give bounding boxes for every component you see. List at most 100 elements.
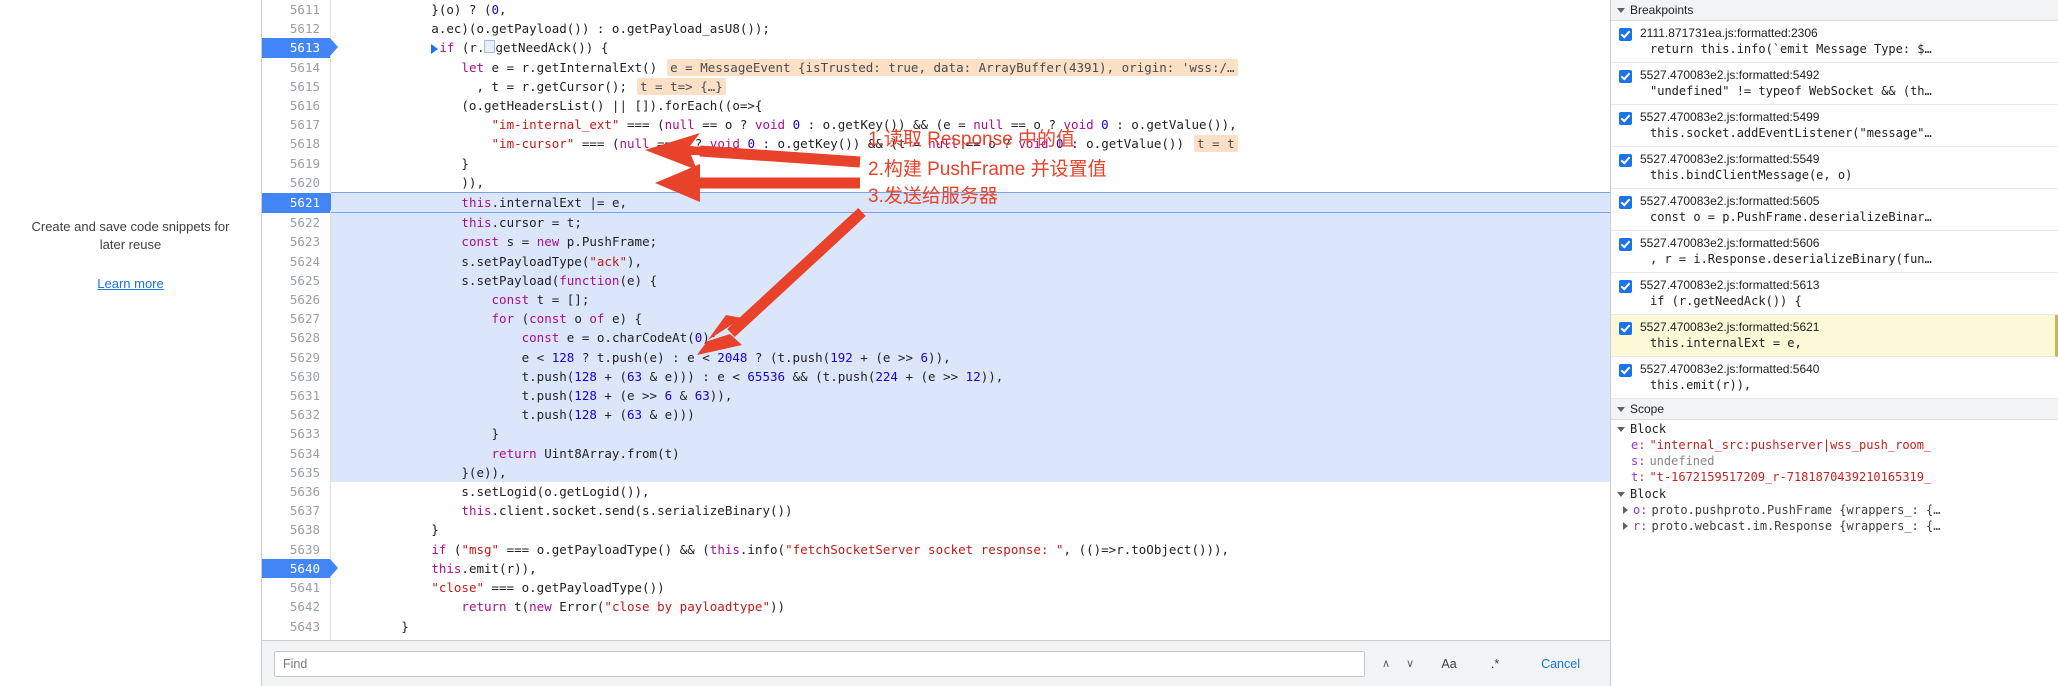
- breakpoint-item[interactable]: 5527.470083e2.js:formatted:5492 "undefine…: [1611, 63, 2058, 105]
- breakpoint-checkbox[interactable]: [1619, 154, 1632, 167]
- code-line[interactable]: 5614 let e = r.getInternalExt() e = Messa…: [262, 57, 1610, 77]
- breakpoint-checkbox[interactable]: [1619, 322, 1632, 335]
- breakpoint-checkbox[interactable]: [1619, 238, 1632, 251]
- breakpoint-checkbox[interactable]: [1619, 70, 1632, 83]
- code-line[interactable]: 5611 }(o) ? (0,: [262, 0, 1610, 20]
- scope-block-header[interactable]: Block: [1611, 420, 2058, 437]
- code-line[interactable]: 5644 }: [262, 635, 1610, 640]
- chevron-right-icon[interactable]: [1623, 506, 1628, 514]
- code-line[interactable]: 5636 s.setLogid(o.getLogid()),: [262, 482, 1610, 502]
- breakpoint-item[interactable]: 5527.470083e2.js:formatted:5605 const o =…: [1611, 189, 2058, 231]
- chevron-right-icon[interactable]: [1623, 522, 1628, 530]
- code-line[interactable]: 5640 this.emit(r)),: [262, 558, 1610, 579]
- line-number[interactable]: 5634: [262, 443, 331, 463]
- code-line[interactable]: 5633 }: [262, 424, 1610, 444]
- code-line[interactable]: 5626 const t = [];: [262, 290, 1610, 310]
- breakpoint-item[interactable]: 5527.470083e2.js:formatted:5640 this.emit…: [1611, 357, 2058, 399]
- scope-variable-row[interactable]: r: proto.webcast.im.Response {wrappers_: …: [1611, 518, 2058, 534]
- code-line[interactable]: 5638 }: [262, 520, 1610, 540]
- line-number[interactable]: 5638: [262, 520, 331, 540]
- breakpoint-item[interactable]: 5527.470083e2.js:formatted:5549 this.bind…: [1611, 147, 2058, 189]
- line-number[interactable]: 5626: [262, 290, 331, 310]
- line-number[interactable]: 5641: [262, 578, 331, 598]
- line-number[interactable]: 5635: [262, 462, 331, 483]
- line-number[interactable]: 5616: [262, 96, 331, 116]
- line-number[interactable]: 5639: [262, 539, 331, 559]
- code-line[interactable]: 5625 s.setPayload(function(e) {: [262, 270, 1610, 291]
- find-cancel-button[interactable]: Cancel: [1523, 657, 1598, 671]
- line-number[interactable]: 5633: [262, 424, 331, 444]
- code-line[interactable]: 5637 this.client.socket.send(s.serialize…: [262, 501, 1610, 521]
- code-line[interactable]: 5618 "im-cursor" === (null == o ? void 0…: [262, 134, 1610, 154]
- scope-variable-row[interactable]: s: undefined: [1611, 453, 2058, 469]
- line-number[interactable]: 5617: [262, 115, 331, 135]
- line-number[interactable]: 5612: [262, 19, 331, 39]
- code-line[interactable]: 5624 s.setPayloadType("ack"),: [262, 251, 1610, 271]
- code-line[interactable]: 5632 t.push(128 + (63 & e))): [262, 405, 1610, 425]
- breakpoint-checkbox[interactable]: [1619, 28, 1632, 41]
- line-number[interactable]: 5613: [262, 38, 338, 58]
- breakpoints-section-header[interactable]: Breakpoints: [1611, 0, 2058, 21]
- line-number[interactable]: 5636: [262, 482, 331, 502]
- code-line[interactable]: 5629 e < 128 ? t.push(e) : e < 2048 ? (t…: [262, 347, 1610, 367]
- code-line[interactable]: 5641 "close" === o.getPayloadType()): [262, 578, 1610, 598]
- find-prev-button[interactable]: ∧: [1375, 652, 1397, 676]
- snippets-learn-more-link[interactable]: Learn more: [97, 276, 163, 291]
- line-number[interactable]: 5629: [262, 347, 331, 367]
- code-line[interactable]: 5616 (o.getHeadersList() || []).forEach(…: [262, 96, 1610, 116]
- line-number[interactable]: 5611: [262, 0, 331, 20]
- line-number[interactable]: 5620: [262, 172, 331, 193]
- code-line[interactable]: 5620 )),: [262, 172, 1610, 193]
- code-line[interactable]: 5617 "im-internal_ext" === (null == o ? …: [262, 115, 1610, 135]
- code-line[interactable]: 5613 if (r. getNeedAck()) {: [262, 38, 1610, 58]
- line-number[interactable]: 5630: [262, 366, 331, 387]
- code-line[interactable]: 5627 for (const o of e) {: [262, 309, 1610, 329]
- code-scroll-area[interactable]: 5611 }(o) ? (0, 5612 a.ec)(o.getPayload()…: [262, 0, 1610, 640]
- breakpoint-item[interactable]: 2111.871731ea.js:formatted:2306 return th…: [1611, 21, 2058, 63]
- code-line[interactable]: 5635 }(e)),: [262, 462, 1610, 483]
- code-line[interactable]: 5643 }: [262, 616, 1610, 636]
- code-line[interactable]: 5619 }: [262, 153, 1610, 173]
- code-line[interactable]: 5622 this.cursor = t;: [262, 212, 1610, 233]
- line-number[interactable]: 5622: [262, 212, 331, 233]
- line-number[interactable]: 5621: [262, 192, 338, 213]
- breakpoint-item[interactable]: 5527.470083e2.js:formatted:5499 this.sock…: [1611, 105, 2058, 147]
- line-number[interactable]: 5631: [262, 386, 331, 406]
- line-number[interactable]: 5628: [262, 328, 331, 348]
- breakpoint-item[interactable]: 5527.470083e2.js:formatted:5621 this.inte…: [1611, 315, 2058, 357]
- scope-variable-row[interactable]: o: proto.pushproto.PushFrame {wrappers_: …: [1611, 502, 2058, 518]
- line-number[interactable]: 5623: [262, 232, 331, 252]
- find-next-button[interactable]: ∨: [1399, 652, 1421, 676]
- find-match-case-toggle[interactable]: Aa: [1431, 652, 1467, 676]
- find-input[interactable]: [274, 650, 1366, 677]
- scope-block-header[interactable]: Block: [1611, 485, 2058, 502]
- code-line[interactable]: 5642 return t(new Error("close by payloa…: [262, 597, 1610, 617]
- line-number[interactable]: 5615: [262, 76, 331, 97]
- code-line[interactable]: 5615 , t = r.getCursor(); t = t=> {…}: [262, 76, 1610, 97]
- breakpoint-checkbox[interactable]: [1619, 364, 1632, 377]
- line-number[interactable]: 5644: [262, 635, 331, 640]
- breakpoint-checkbox[interactable]: [1619, 112, 1632, 125]
- breakpoint-item[interactable]: 5527.470083e2.js:formatted:5613 if (r.get…: [1611, 273, 2058, 315]
- line-number[interactable]: 5643: [262, 616, 331, 636]
- line-number[interactable]: 5625: [262, 270, 331, 291]
- line-number[interactable]: 5642: [262, 597, 331, 617]
- line-number[interactable]: 5618: [262, 134, 331, 154]
- code-line[interactable]: 5623 const s = new p.PushFrame;: [262, 232, 1610, 252]
- scope-section-header[interactable]: Scope: [1611, 399, 2058, 420]
- line-number[interactable]: 5619: [262, 153, 331, 173]
- line-number[interactable]: 5624: [262, 251, 331, 271]
- breakpoint-checkbox[interactable]: [1619, 280, 1632, 293]
- line-number[interactable]: 5627: [262, 309, 331, 329]
- line-number[interactable]: 5640: [262, 558, 338, 579]
- code-line[interactable]: 5639 if ("msg" === o.getPayloadType() &&…: [262, 539, 1610, 559]
- code-line[interactable]: 5612 a.ec)(o.getPayload()) : o.getPayloa…: [262, 19, 1610, 39]
- code-line[interactable]: 5621 this.internalExt |= e,: [262, 192, 1610, 214]
- find-regex-toggle[interactable]: .*: [1477, 652, 1513, 676]
- line-number[interactable]: 5632: [262, 405, 331, 425]
- code-line[interactable]: 5634 return Uint8Array.from(t): [262, 443, 1610, 463]
- scope-variable-row[interactable]: t: "t-1672159517209_r-7181870439210165319…: [1611, 469, 2058, 485]
- code-line[interactable]: 5631 t.push(128 + (e >> 6 & 63)),: [262, 386, 1610, 406]
- code-line[interactable]: 5628 const e = o.charCodeAt(0);: [262, 328, 1610, 348]
- code-line[interactable]: 5630 t.push(128 + (63 & e))) : e < 65536…: [262, 366, 1610, 387]
